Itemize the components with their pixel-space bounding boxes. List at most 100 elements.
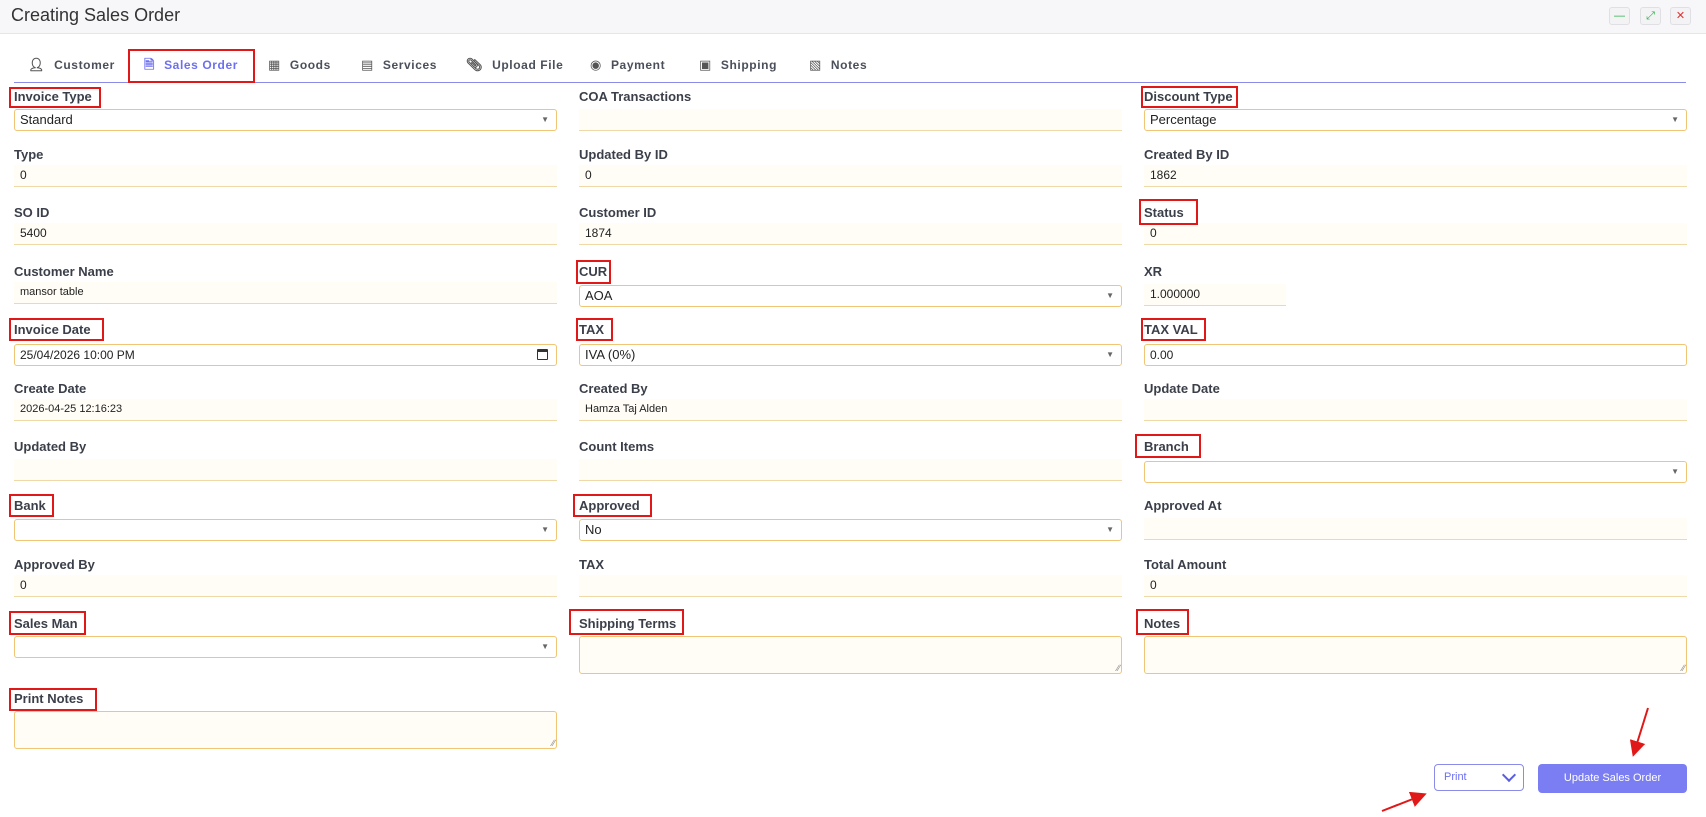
tab-label: Sales Order	[164, 58, 239, 72]
tax-val-label: TAX VAL	[1144, 322, 1198, 337]
discount-type-select[interactable]: Percentage ▼	[1144, 109, 1687, 131]
notebook-icon: ▧	[809, 57, 822, 72]
tab-label: Customer	[54, 58, 115, 72]
approved-by-field[interactable]: 0	[14, 575, 557, 597]
notes-textarea[interactable]: ∕∕	[1144, 636, 1687, 674]
branch-label: Branch	[1144, 439, 1189, 454]
chevron-down-icon: ▼	[1671, 467, 1679, 476]
tab-upload-file[interactable]: 📎︎ Upload File	[466, 48, 563, 82]
xr-label: XR	[1144, 264, 1163, 279]
tab-shipping[interactable]: ▣ Shipping	[699, 48, 777, 82]
count-items-field[interactable]	[579, 459, 1122, 481]
updated-by-id-label: Updated By ID	[579, 147, 668, 162]
invoice-date-input[interactable]: 25/04/2026 10:00 PM	[14, 344, 557, 366]
tab-label: Upload File	[492, 58, 564, 72]
updated-by-label: Updated By	[14, 439, 87, 454]
customer-name-label: Customer Name	[14, 264, 114, 279]
print-notes-textarea[interactable]: ∕∕	[14, 711, 557, 749]
paperclip-icon: 📎︎	[466, 57, 484, 72]
updated-by-field[interactable]	[14, 459, 557, 481]
so-id-field[interactable]: 5400	[14, 223, 557, 245]
tab-label: Services	[382, 58, 438, 72]
discount-type-label: Discount Type	[1144, 89, 1233, 104]
approved-select[interactable]: No ▼	[579, 519, 1122, 541]
tax-val-value: 0.00	[1150, 348, 1174, 362]
coa-transactions-field[interactable]	[579, 109, 1122, 131]
created-by-id-label: Created By ID	[1144, 147, 1230, 162]
tab-notes[interactable]: ▧ Notes	[809, 48, 867, 82]
invoice-date-label: Invoice Date	[14, 322, 91, 337]
customer-name-field[interactable]: mansor table	[14, 282, 557, 304]
so-id-label: SO ID	[14, 205, 50, 220]
xr-field[interactable]: 1.000000	[1144, 284, 1286, 306]
chevron-down-icon: ▼	[541, 525, 549, 534]
total-amount-label: Total Amount	[1144, 557, 1227, 572]
coa-transactions-label: COA Transactions	[579, 89, 692, 104]
chevron-down-icon: ▼	[1106, 291, 1114, 300]
tax-total-field[interactable]	[579, 575, 1122, 597]
chevron-down-icon: ▼	[1106, 525, 1114, 534]
create-date-label: Create Date	[14, 381, 87, 396]
tab-sales-order[interactable]: 🗎︎ Sales Order	[144, 48, 238, 82]
created-by-id-field[interactable]: 1862	[1144, 165, 1687, 187]
cur-label: CUR	[579, 264, 608, 279]
resize-grip-icon[interactable]: ∕∕	[1682, 664, 1685, 673]
approved-at-field[interactable]	[1144, 518, 1687, 540]
total-amount-field[interactable]: 0	[1144, 575, 1687, 597]
arrow-to-update	[1629, 707, 1649, 757]
arrow-to-print	[1381, 791, 1427, 812]
bank-label: Bank	[14, 498, 46, 513]
maximize-icon[interactable]: ⤢	[1640, 7, 1661, 25]
branch-select[interactable]: ▼	[1144, 461, 1687, 483]
tax-val-input[interactable]: 0.00	[1144, 344, 1687, 366]
tab-customer[interactable]: 👤︎ Customer	[28, 48, 115, 82]
tab-goods[interactable]: ▦ Goods	[268, 48, 331, 82]
tab-payment[interactable]: ◉ Payment	[590, 48, 665, 82]
cur-select[interactable]: AOA ▼	[579, 285, 1122, 307]
resize-grip-icon[interactable]: ∕∕	[1117, 664, 1120, 673]
tax-select[interactable]: IVA (0%) ▼	[579, 344, 1122, 366]
window-header: Creating Sales Order — ⤢ ✕	[0, 0, 1706, 34]
notes-label: Notes	[1144, 616, 1181, 631]
print-notes-label: Print Notes	[14, 691, 84, 706]
status-field[interactable]: 0	[1144, 223, 1687, 245]
tab-services[interactable]: ▤ Services	[361, 48, 437, 82]
tax-value: IVA (0%)	[585, 347, 636, 362]
minimize-icon[interactable]: —	[1609, 7, 1630, 25]
shipping-terms-textarea[interactable]: ∕∕	[579, 636, 1122, 674]
invoice-date-value: 25/04/2026 10:00 PM	[20, 348, 135, 362]
tab-bar: 👤︎ Customer 🗎︎ Sales Order ▦ Goods ▤ Ser…	[14, 48, 1686, 83]
sales-man-select[interactable]: ▼	[14, 636, 557, 658]
close-icon[interactable]: ✕	[1670, 7, 1691, 25]
update-sales-order-button[interactable]: Update Sales Order	[1538, 764, 1687, 793]
user-icon: 👤︎	[28, 57, 46, 72]
chevron-down-icon: ▼	[541, 642, 549, 651]
created-by-field[interactable]: Hamza Taj Alden	[579, 399, 1122, 421]
customer-id-field[interactable]: 1874	[579, 223, 1122, 245]
invoice-type-select[interactable]: Standard ▼	[14, 109, 557, 131]
discount-type-value: Percentage	[1150, 112, 1217, 127]
chevron-down-icon: ▼	[541, 115, 549, 124]
chevron-down-icon: ▼	[1106, 350, 1114, 359]
file-text-icon: ▤	[361, 57, 374, 72]
tab-label: Shipping	[720, 58, 778, 72]
customer-id-label: Customer ID	[579, 205, 657, 220]
approved-label: Approved	[579, 498, 640, 513]
update-date-field[interactable]	[1144, 399, 1687, 421]
window-title: Creating Sales Order	[11, 5, 181, 25]
tax-total-label: TAX	[579, 557, 605, 572]
cur-value: AOA	[585, 288, 613, 303]
create-date-field[interactable]: 2026-04-25 12:16:23	[14, 399, 557, 421]
chevron-down-icon	[1501, 767, 1517, 783]
calendar-icon[interactable]	[537, 349, 548, 360]
invoice-type-label: Invoice Type	[14, 89, 92, 104]
status-label: Status	[1144, 205, 1184, 220]
approved-by-label: Approved By	[14, 557, 95, 572]
type-field[interactable]: 0	[14, 165, 557, 187]
bank-select[interactable]: ▼	[14, 519, 557, 541]
print-label: Print	[1444, 771, 1467, 783]
print-dropdown-button[interactable]: Print	[1434, 764, 1524, 791]
updated-by-id-field[interactable]: 0	[579, 165, 1122, 187]
resize-grip-icon[interactable]: ∕∕	[552, 739, 555, 748]
tab-label: Goods	[289, 58, 331, 72]
